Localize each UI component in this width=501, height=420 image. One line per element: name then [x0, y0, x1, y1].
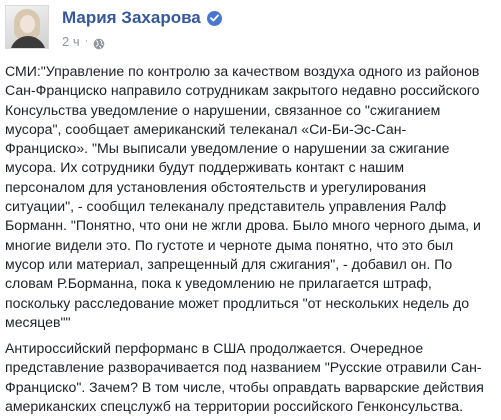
post-paragraph: СМИ:"Управление по контролю за качеством… — [5, 63, 481, 330]
avatar-face — [20, 15, 35, 33]
avatar-shoulders — [10, 36, 46, 48]
post-timestamp-link[interactable]: 2 ч — [62, 34, 80, 49]
facebook-post: Мария Захарова 2 ч · СМИ:"Управление по … — [0, 0, 501, 420]
name-row: Мария Захарова — [62, 8, 222, 28]
globe-icon[interactable] — [93, 35, 105, 50]
post-header: Мария Захарова 2 ч · — [5, 5, 222, 51]
meta-separator: · — [84, 35, 89, 47]
post-subline: 2 ч · — [62, 33, 222, 50]
post-meta: Мария Захарова 2 ч · — [62, 8, 222, 50]
post-paragraph: Антироссийский перформанс в США продолжа… — [5, 340, 484, 415]
post-body: СМИ:"Управление по контролю за качеством… — [5, 62, 499, 416]
author-name-link[interactable]: Мария Захарова — [62, 8, 201, 28]
verified-badge-icon — [206, 10, 222, 26]
avatar[interactable] — [5, 5, 49, 49]
